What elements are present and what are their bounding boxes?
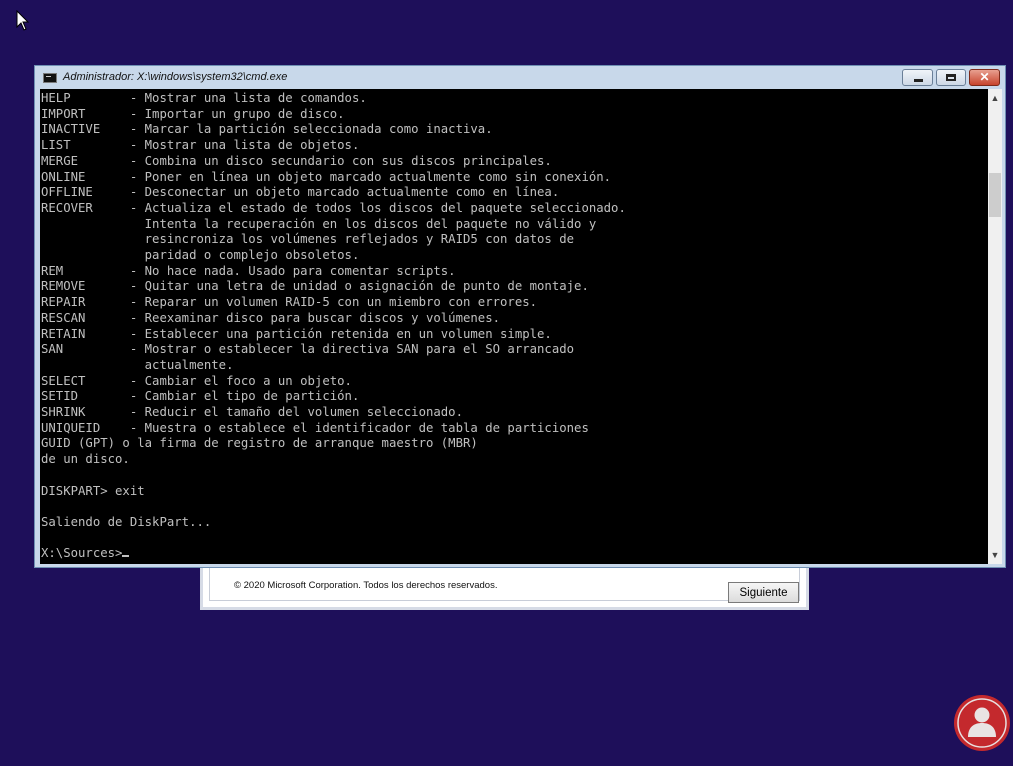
minimize-button[interactable] — [902, 69, 933, 86]
scroll-thumb[interactable] — [989, 173, 1001, 217]
console-line: GUID (GPT) o la firma de registro de arr… — [41, 436, 478, 451]
next-button[interactable]: Siguiente — [728, 582, 799, 603]
cmd-icon — [43, 73, 57, 83]
console-line: SHRINK - Reducir el tamaño del volumen s… — [41, 405, 463, 420]
console-line: INACTIVE - Marcar la partición seleccion… — [41, 122, 493, 137]
close-icon: ✕ — [979, 70, 990, 84]
console-text: HELP - Mostrar una lista de comandos. IM… — [40, 89, 988, 562]
console-line: LIST - Mostrar una lista de objetos. — [41, 138, 360, 153]
console-line: SELECT - Cambiar el foco a un objeto. — [41, 373, 352, 388]
console-line: DISKPART> exit — [41, 483, 145, 498]
scroll-down-arrow-icon[interactable]: ▼ — [988, 548, 1002, 562]
close-button[interactable]: ✕ — [969, 69, 1000, 86]
console-line: MERGE - Combina un disco secundario con … — [41, 153, 552, 168]
console-output[interactable]: HELP - Mostrar una lista de comandos. IM… — [40, 89, 988, 564]
console-line: Saliendo de DiskPart... — [41, 514, 212, 529]
console-line: SAN - Mostrar o establecer la directiva … — [41, 342, 575, 357]
console-line: ONLINE - Poner en línea un objeto marcad… — [41, 169, 612, 184]
copyright-text: © 2020 Microsoft Corporation. Todos los … — [234, 580, 498, 591]
mouse-pointer-icon — [16, 10, 30, 31]
console-line: RECOVER - Actualiza el estado de todos l… — [41, 200, 626, 215]
window-title: Administrador: X:\windows\system32\cmd.e… — [63, 71, 288, 83]
person-logo-icon — [954, 695, 1010, 751]
maximize-button[interactable] — [936, 69, 966, 86]
console-line: SETID - Cambiar el tipo de partición. — [41, 389, 360, 404]
console-line: REPAIR - Reparar un volumen RAID-5 con u… — [41, 295, 538, 310]
cmd-window[interactable]: Administrador: X:\windows\system32\cmd.e… — [34, 65, 1006, 568]
command-prompt[interactable]: X:\Sources> — [41, 546, 122, 560]
console-line: REMOVE - Quitar una letra de unidad o as… — [41, 279, 589, 294]
scroll-up-arrow-icon[interactable]: ▲ — [988, 91, 1002, 105]
console-line: REM - No hace nada. Usado para comentar … — [41, 263, 456, 278]
console-line: de un disco. — [41, 452, 130, 467]
console-line: resincroniza los volúmenes reflejados y … — [41, 232, 575, 247]
console-line: UNIQUEID - Muestra o establece el identi… — [41, 420, 589, 435]
console-line: OFFLINE - Desconectar un objeto marcado … — [41, 185, 560, 200]
console-line: actualmente. — [41, 357, 234, 372]
console-line: RETAIN - Establecer una partición reteni… — [41, 326, 552, 341]
vertical-scrollbar[interactable]: ▲ ▼ — [988, 89, 1002, 564]
console-line: Intenta la recuperación en los discos de… — [41, 216, 597, 231]
console-line: IMPORT - Importar un grupo de disco. — [41, 106, 345, 121]
console-line: HELP - Mostrar una lista de comandos. — [41, 91, 367, 105]
title-bar[interactable]: Administrador: X:\windows\system32\cmd.e… — [35, 66, 1005, 89]
console-line: paridad o complejo obsoletos. — [41, 248, 360, 263]
text-cursor — [122, 555, 130, 558]
console-line: RESCAN - Reexaminar disco para buscar di… — [41, 310, 501, 325]
